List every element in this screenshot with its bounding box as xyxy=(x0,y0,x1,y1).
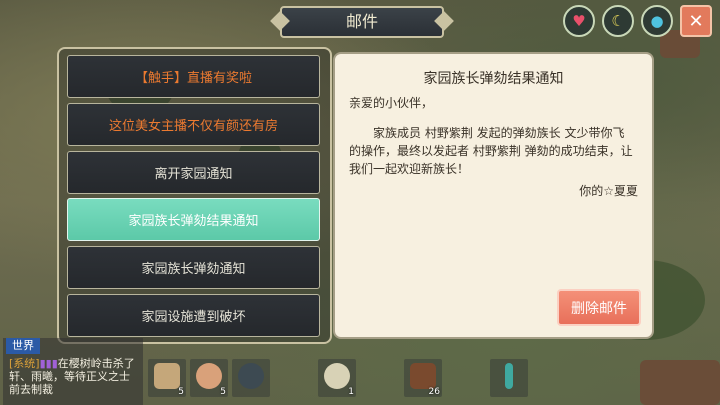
mail-detail-title: 家园族长弹劾结果通知 xyxy=(423,71,564,87)
chat-panel[interactable]: 世界 [系统]▮▮▮在樱树岭击杀了轩、雨曦，等待正义之士前去制裁 xyxy=(3,338,143,405)
hotbar-slot[interactable]: 5 xyxy=(190,359,228,397)
vine-icon xyxy=(410,363,436,389)
banana-icon[interactable]: ☾ xyxy=(602,5,634,37)
hotbar-slot[interactable]: 5 xyxy=(148,359,186,397)
hotbar-slot[interactable]: 26 xyxy=(404,359,442,397)
mail-detail-panel: 家园族长弹劾结果通知 亲爱的小伙伴， 家族成员 村野紫荆 发起的弹劾族长 文少带… xyxy=(333,52,654,339)
item-count: 5 xyxy=(220,387,226,397)
hotbar-slot[interactable] xyxy=(490,359,528,397)
food-bowl-icon xyxy=(196,363,222,389)
chat-system-tag: [系统] xyxy=(9,357,40,370)
item-count: 26 xyxy=(428,387,440,397)
mail-item-live-reward[interactable]: 【触手】直播有奖啦 xyxy=(67,55,320,98)
item-count: 1 xyxy=(348,387,354,397)
chat-player-name: ▮▮▮ xyxy=(39,357,58,370)
mail-signature: 你的☆夏夏 xyxy=(579,184,638,198)
hotbar-slot[interactable] xyxy=(232,359,270,397)
delete-mail-button[interactable]: 删除邮件 xyxy=(557,289,641,326)
chat-tab-world[interactable]: 世界 xyxy=(6,338,40,354)
top-status-icons: ♥ ☾ ● ✕ xyxy=(563,5,712,37)
cup-drink-icon xyxy=(154,363,180,389)
staff-icon xyxy=(505,363,513,389)
sack-icon xyxy=(324,363,350,389)
mail-window-title: 邮件 xyxy=(280,6,444,38)
mail-list-panel[interactable]: 【触手】直播有奖啦 这位美女主播不仅有颜还有房 离开家园通知 家园族长弹劾结果通… xyxy=(57,47,332,344)
chat-message: [系统]▮▮▮在樱树岭击杀了轩、雨曦，等待正义之士前去制裁 xyxy=(9,357,139,396)
hotbar-slot[interactable]: 1 xyxy=(318,359,356,397)
mail-item-facility-damaged[interactable]: 家园设施遭到破坏 xyxy=(67,294,320,337)
mail-item-streamer-house[interactable]: 这位美女主播不仅有颜还有房 xyxy=(67,103,320,146)
water-drop-icon[interactable]: ● xyxy=(641,5,673,37)
mail-item-impeach-result[interactable]: 家园族长弹劾结果通知 xyxy=(67,198,320,241)
close-button[interactable]: ✕ xyxy=(680,5,712,37)
helmet-icon xyxy=(238,363,264,389)
heart-icon[interactable]: ♥ xyxy=(563,5,595,37)
mail-item-impeach-notice[interactable]: 家园族长弹劾通知 xyxy=(67,246,320,289)
item-count: 5 xyxy=(178,387,184,397)
mail-greeting: 亲爱的小伙伴， xyxy=(349,96,434,110)
mail-item-leave-home[interactable]: 离开家园通知 xyxy=(67,151,320,194)
mail-body: 家族成员 村野紫荆 发起的弹劾族长 文少带你飞 的操作，最终以发起者 村野紫荆 … xyxy=(349,126,633,176)
